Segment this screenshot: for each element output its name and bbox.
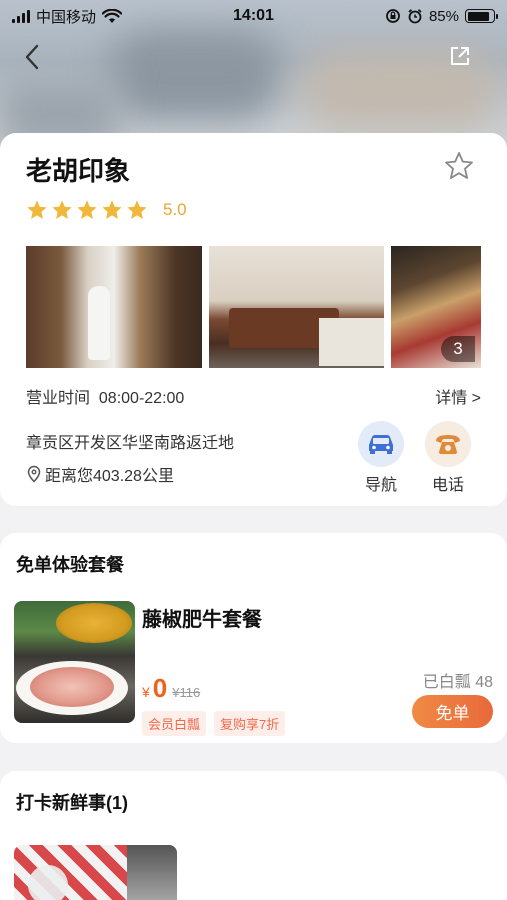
price: ¥ 0 ¥116 — [142, 673, 200, 704]
store-address: 章贡区开发区华坚南路返迁地 — [26, 435, 235, 452]
price-value: 0 — [152, 673, 168, 703]
store-info-card: 老胡印象 5.0 3 营业时间 08:00-22:00 详情 > 章贡区开发区华… — [0, 133, 507, 506]
phone-icon — [436, 435, 460, 454]
free-order-button[interactable]: 免单 — [412, 695, 493, 728]
wifi-icon — [102, 8, 123, 23]
store-name: 老胡印象 — [26, 156, 131, 186]
currency-symbol: ¥ — [142, 684, 150, 700]
signal-icon — [12, 9, 30, 23]
call-button[interactable]: 电话 — [424, 421, 472, 495]
hours-label: 营业时间 — [26, 390, 91, 407]
carrier-label: 中国移动 — [36, 8, 97, 26]
star-icon — [127, 200, 147, 219]
status-bar: 中国移动 14:01 85% — [0, 0, 507, 32]
business-hours: 营业时间 08:00-22:00 — [26, 384, 184, 408]
photo-gallery[interactable]: 3 — [26, 246, 481, 368]
claimed-count: 已白瓢 48 — [422, 674, 493, 691]
hours-value: 08:00-22:00 — [98, 390, 185, 407]
alarm-icon — [408, 9, 422, 24]
navigate-button[interactable]: 导航 — [357, 421, 405, 495]
favorite-star-icon[interactable] — [443, 150, 475, 182]
star-icon — [102, 200, 122, 219]
store-photo[interactable] — [209, 246, 384, 368]
location-pin-icon — [27, 465, 41, 483]
back-arrow-icon[interactable] — [20, 42, 46, 72]
tag: 复购享7折 — [214, 711, 286, 736]
battery-icon — [465, 9, 498, 23]
tag: 会员白瓢 — [142, 711, 207, 736]
checkin-photo[interactable] — [14, 845, 177, 900]
package-image[interactable] — [14, 601, 135, 723]
tag-list: 会员白瓢 复购享7折 — [142, 711, 286, 736]
car-icon — [369, 435, 393, 454]
star-icon — [27, 200, 47, 219]
details-link[interactable]: 详情 > — [435, 384, 481, 408]
navigate-label: 导航 — [364, 477, 397, 494]
rating-score: 5.0 — [163, 200, 187, 219]
distance-row: 距离您403.28公里 — [26, 462, 174, 486]
original-price: ¥116 — [172, 685, 201, 700]
section-title: 免单体验套餐 — [16, 555, 124, 575]
package-name[interactable]: 藤椒肥牛套餐 — [142, 603, 262, 632]
rotation-lock-icon — [386, 9, 400, 23]
star-icon — [52, 200, 72, 219]
photo-count-badge: 3 — [441, 336, 475, 362]
checkin-card: 打卡新鲜事(1) — [0, 771, 507, 900]
store-photo[interactable]: 3 — [391, 246, 481, 368]
free-package-card: 免单体验套餐 藤椒肥牛套餐 ¥ 0 ¥116 已白瓢 48 会员白瓢 复购享7折… — [0, 533, 507, 743]
star-icon — [77, 200, 97, 219]
share-icon[interactable] — [449, 45, 471, 67]
section-title: 打卡新鲜事(1) — [16, 793, 128, 813]
call-label: 电话 — [431, 477, 464, 494]
distance-text: 距离您403.28公里 — [45, 468, 174, 485]
battery-percent: 85% — [428, 7, 459, 25]
store-photo[interactable] — [26, 246, 202, 368]
rating-stars: 5.0 — [26, 199, 187, 221]
